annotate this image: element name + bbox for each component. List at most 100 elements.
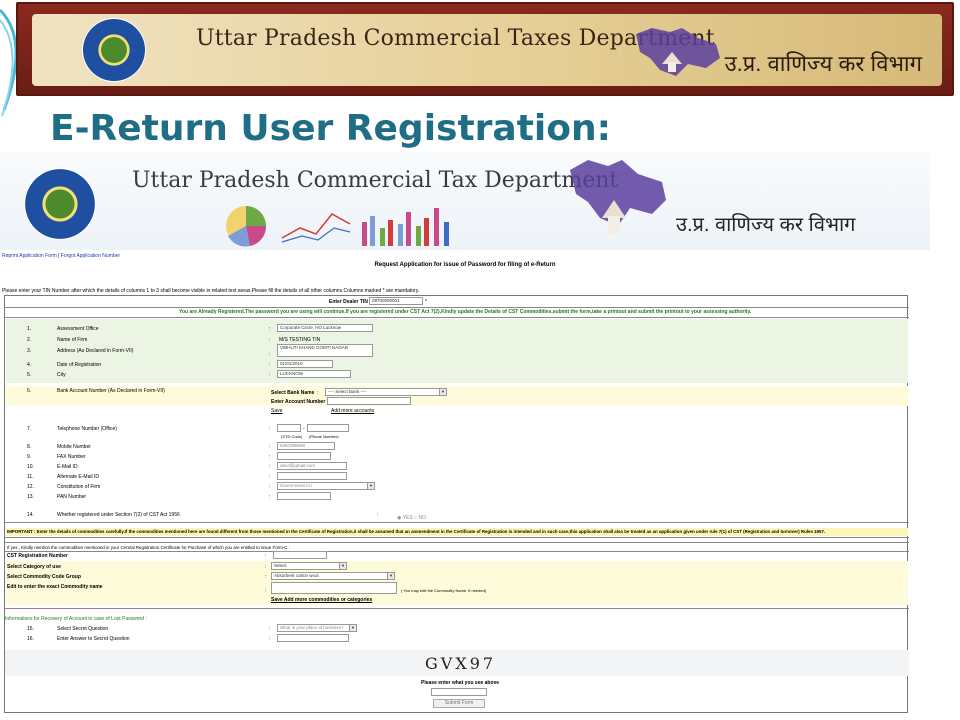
- commodity-hint: ( You may edit the Commodity Name, if ne…: [401, 588, 487, 593]
- row-number: 2.: [27, 337, 32, 343]
- registration-date-label: Date of Registration: [57, 362, 102, 368]
- department-emblem-icon: [82, 18, 146, 82]
- row-number: 12.: [27, 484, 34, 490]
- row-number: 1.: [27, 326, 32, 332]
- address-label: Address (As Declared in Form-VII): [57, 348, 134, 354]
- constitution-dropdown[interactable]: Government Co. ▼: [277, 482, 375, 490]
- fax-label: FAX Number: [57, 454, 86, 460]
- constitution-value: Government Co.: [280, 483, 314, 488]
- important-note: IMPORTANT : Enter the details of commodi…: [7, 529, 826, 534]
- address-textarea[interactable]: VIBHUTI KHAND GOMTI NAGAR: [277, 344, 373, 357]
- inner-emblem-icon: [24, 168, 96, 240]
- select-bank-value: ---- Select Bank ----: [328, 389, 367, 394]
- phone-hint: (Phone Number): [309, 434, 339, 439]
- save-add-commodities-link[interactable]: Save Add more commodities or categories: [271, 597, 372, 603]
- save-bank-link[interactable]: Save: [271, 408, 282, 414]
- inner-up-map-icon: [570, 160, 666, 234]
- chevron-down-icon: ▼: [367, 483, 374, 489]
- top-banner-inner: Uttar Pradesh Commercial Taxes Departmen…: [32, 14, 942, 86]
- chevron-down-icon: ▼: [387, 573, 394, 579]
- pan-input[interactable]: [277, 492, 331, 500]
- recovery-title: Informations for Recovery of Account in …: [5, 616, 147, 622]
- commodity-group-dropdown[interactable]: Absorbent cotton wool. ▼: [271, 572, 395, 580]
- email-label: E-Mail ID: [57, 464, 78, 470]
- account-number-input[interactable]: [327, 397, 411, 405]
- row-number: 5.: [27, 372, 32, 378]
- cst-radio-group: ◉ YES ○ NO: [397, 515, 426, 521]
- fax-input[interactable]: [277, 452, 331, 460]
- add-more-accounts-link[interactable]: Add more accounts: [331, 408, 374, 414]
- yes-label: YES: [402, 515, 413, 521]
- firm-name-value: M/S TESTING TIN: [279, 337, 321, 343]
- request-title: Request Application for issue of Passwor…: [374, 262, 556, 268]
- chevron-down-icon: ▼: [439, 389, 446, 395]
- commodity-name-textarea[interactable]: [271, 582, 397, 594]
- row-number: 7.: [27, 426, 32, 432]
- row-number: 3.: [27, 348, 32, 354]
- dealer-tin-input[interactable]: 09700000001: [369, 297, 423, 305]
- row-number: 4.: [27, 362, 32, 368]
- secret-question-dropdown[interactable]: What is your place of business? ▼: [277, 624, 357, 632]
- constitution-label: Constitution of Firm: [57, 484, 101, 490]
- yes-radio[interactable]: ◉: [397, 515, 401, 521]
- reprint-application-link[interactable]: Reprint Application Form: [2, 253, 57, 259]
- row-number: 11.: [27, 474, 34, 480]
- std-hint: (STD Code): [281, 434, 303, 439]
- category-value: Select: [274, 563, 287, 568]
- row-number: 14.: [27, 512, 34, 518]
- commodity-group-value: Absorbent cotton wool.: [274, 573, 320, 578]
- row-number: 9.: [27, 454, 32, 460]
- divider: [5, 317, 909, 318]
- secret-question-label: Select Secret Question: [57, 626, 109, 632]
- registration-form: Enter Dealer TIN : 09700000001 * You are…: [4, 295, 909, 713]
- mobile-input[interactable]: 9450398688: [277, 442, 335, 450]
- city-field[interactable]: LUCKNOW: [277, 370, 351, 378]
- registration-date-field[interactable]: 01/01/2010: [277, 360, 333, 368]
- inner-banner-hindi-title: उ.प्र. वाणिज्य कर विभाग: [676, 214, 856, 236]
- email-input[interactable]: abcd@gmail.com: [277, 462, 347, 470]
- row-number: 8.: [27, 444, 32, 450]
- category-dropdown[interactable]: Select ▼: [271, 562, 347, 570]
- assessment-office-field[interactable]: Corporate Circle, HO Lucknow: [277, 324, 373, 332]
- row-number: 6.: [27, 388, 32, 394]
- slide: Uttar Pradesh Commercial Taxes Departmen…: [0, 0, 960, 720]
- divider: [5, 307, 909, 308]
- assessment-office-label: Assessment Office: [57, 326, 99, 332]
- commodity-name-label: Edit to enter the exact Commodity name: [7, 584, 103, 590]
- alt-email-label: Alternate E-Mail ID: [57, 474, 99, 480]
- no-label: NO: [418, 515, 427, 521]
- captcha-panel: GVX97: [5, 650, 909, 676]
- select-bank-dropdown[interactable]: ---- Select Bank ---- ▼: [325, 388, 447, 396]
- divider: [5, 522, 909, 523]
- firm-name-label: Name of Firm: [57, 337, 88, 343]
- captcha-input[interactable]: [431, 688, 487, 696]
- pan-label: PAN Number: [57, 494, 87, 500]
- top-banner: Uttar Pradesh Commercial Taxes Departmen…: [16, 2, 954, 96]
- secret-answer-input[interactable]: [277, 634, 349, 642]
- secret-answer-label: Enter Answer to Secret Question: [57, 636, 130, 642]
- account-number-label: Enter Account Number :: [271, 399, 329, 405]
- commodity-band: [6, 561, 908, 605]
- select-bank-label: Select Bank Name: [271, 390, 315, 396]
- divider: [5, 608, 909, 609]
- row-number: 15.: [27, 626, 34, 632]
- details-band: [6, 319, 908, 383]
- captcha-prompt: Please enter what you see above: [421, 680, 500, 686]
- divider: [5, 551, 909, 552]
- cst-reg-label: CST Registration Number: [7, 553, 68, 559]
- cst-question-label: Whether registered under Section 7(2) of…: [57, 512, 180, 518]
- std-code-input[interactable]: [277, 424, 301, 432]
- divider: [5, 537, 909, 538]
- captcha-image: GVX97: [425, 654, 497, 673]
- forgot-application-link[interactable]: Forgot Application Number: [61, 253, 120, 259]
- phone-number-input[interactable]: [307, 424, 349, 432]
- chevron-down-icon: ▼: [349, 625, 356, 631]
- no-radio[interactable]: ○: [414, 515, 417, 521]
- intro-note: Please enter your TIN Number after which…: [2, 288, 420, 294]
- submit-form-button[interactable]: Submit Form: [433, 699, 485, 708]
- cst-reg-input[interactable]: [273, 551, 327, 559]
- link-separator: |: [58, 253, 60, 259]
- row-number: 10.: [27, 464, 34, 470]
- divider: [5, 542, 909, 543]
- alt-email-input[interactable]: [277, 472, 347, 480]
